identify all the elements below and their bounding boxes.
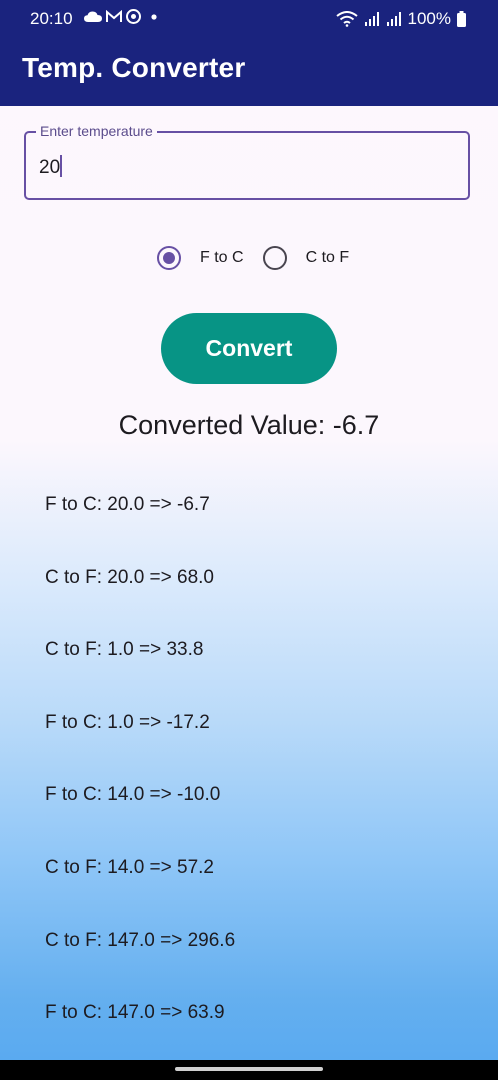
cloud-icon (84, 11, 102, 22)
conversion-mode-group: F to C C to F (157, 246, 349, 270)
status-time: 20:10 (30, 9, 73, 28)
radio-c-to-f[interactable] (262, 246, 287, 270)
gmail-icon (106, 10, 122, 22)
radio-f-to-c-label[interactable]: F to C (200, 249, 244, 267)
app-screen: 20:10 100% Temp. Converter Enter tempera… (0, 0, 498, 1080)
radio-c-to-f-label[interactable]: C to F (306, 249, 350, 267)
system-status: 100% (335, 9, 466, 29)
dot-icon (151, 13, 157, 20)
history-item: F to C: 20.0 => -6.7 (45, 494, 210, 515)
battery-percent: 100% (407, 9, 451, 28)
status-bar: 20:10 100% (0, 0, 498, 38)
history-item: F to C: 14.0 => -10.0 (45, 784, 221, 806)
temperature-value-text: 20 (39, 157, 61, 178)
text-cursor (60, 155, 63, 177)
history-item: F to C: 1.0 => -17.2 (45, 711, 210, 733)
convert-button-label: Convert (205, 335, 293, 361)
convert-button[interactable]: Convert (161, 313, 337, 384)
history-item: C to F: 1.0 => 33.8 (45, 639, 204, 661)
notification-icons (84, 9, 159, 24)
app-bar: 20:10 100% Temp. Converter (0, 0, 498, 106)
temperature-input-label: Enter temperature (36, 123, 157, 139)
navigation-bar (0, 1060, 498, 1080)
history-list: F to C: 20.0 => -6.7 C to F: 20.0 => 68.… (45, 493, 235, 1074)
wifi-icon (335, 11, 358, 27)
history-item: C to F: 20.0 => 68.0 (45, 566, 214, 588)
temperature-input-value[interactable]: 20 (39, 155, 63, 179)
signal-icon (386, 12, 401, 26)
radio-f-to-c[interactable] (157, 246, 181, 270)
temperature-input[interactable]: Enter temperature 20 (24, 123, 470, 200)
history-item: C to F: 147.0 => 296.6 (45, 929, 236, 951)
gesture-handle[interactable] (175, 1067, 323, 1071)
signal-icon (364, 12, 379, 26)
chrome-icon (126, 9, 141, 24)
converted-value: Converted Value: -6.7 (118, 410, 380, 440)
app-title: Temp. Converter (22, 52, 246, 83)
battery-icon (457, 11, 466, 27)
history-item: C to F: 14.0 => 57.2 (45, 856, 214, 878)
